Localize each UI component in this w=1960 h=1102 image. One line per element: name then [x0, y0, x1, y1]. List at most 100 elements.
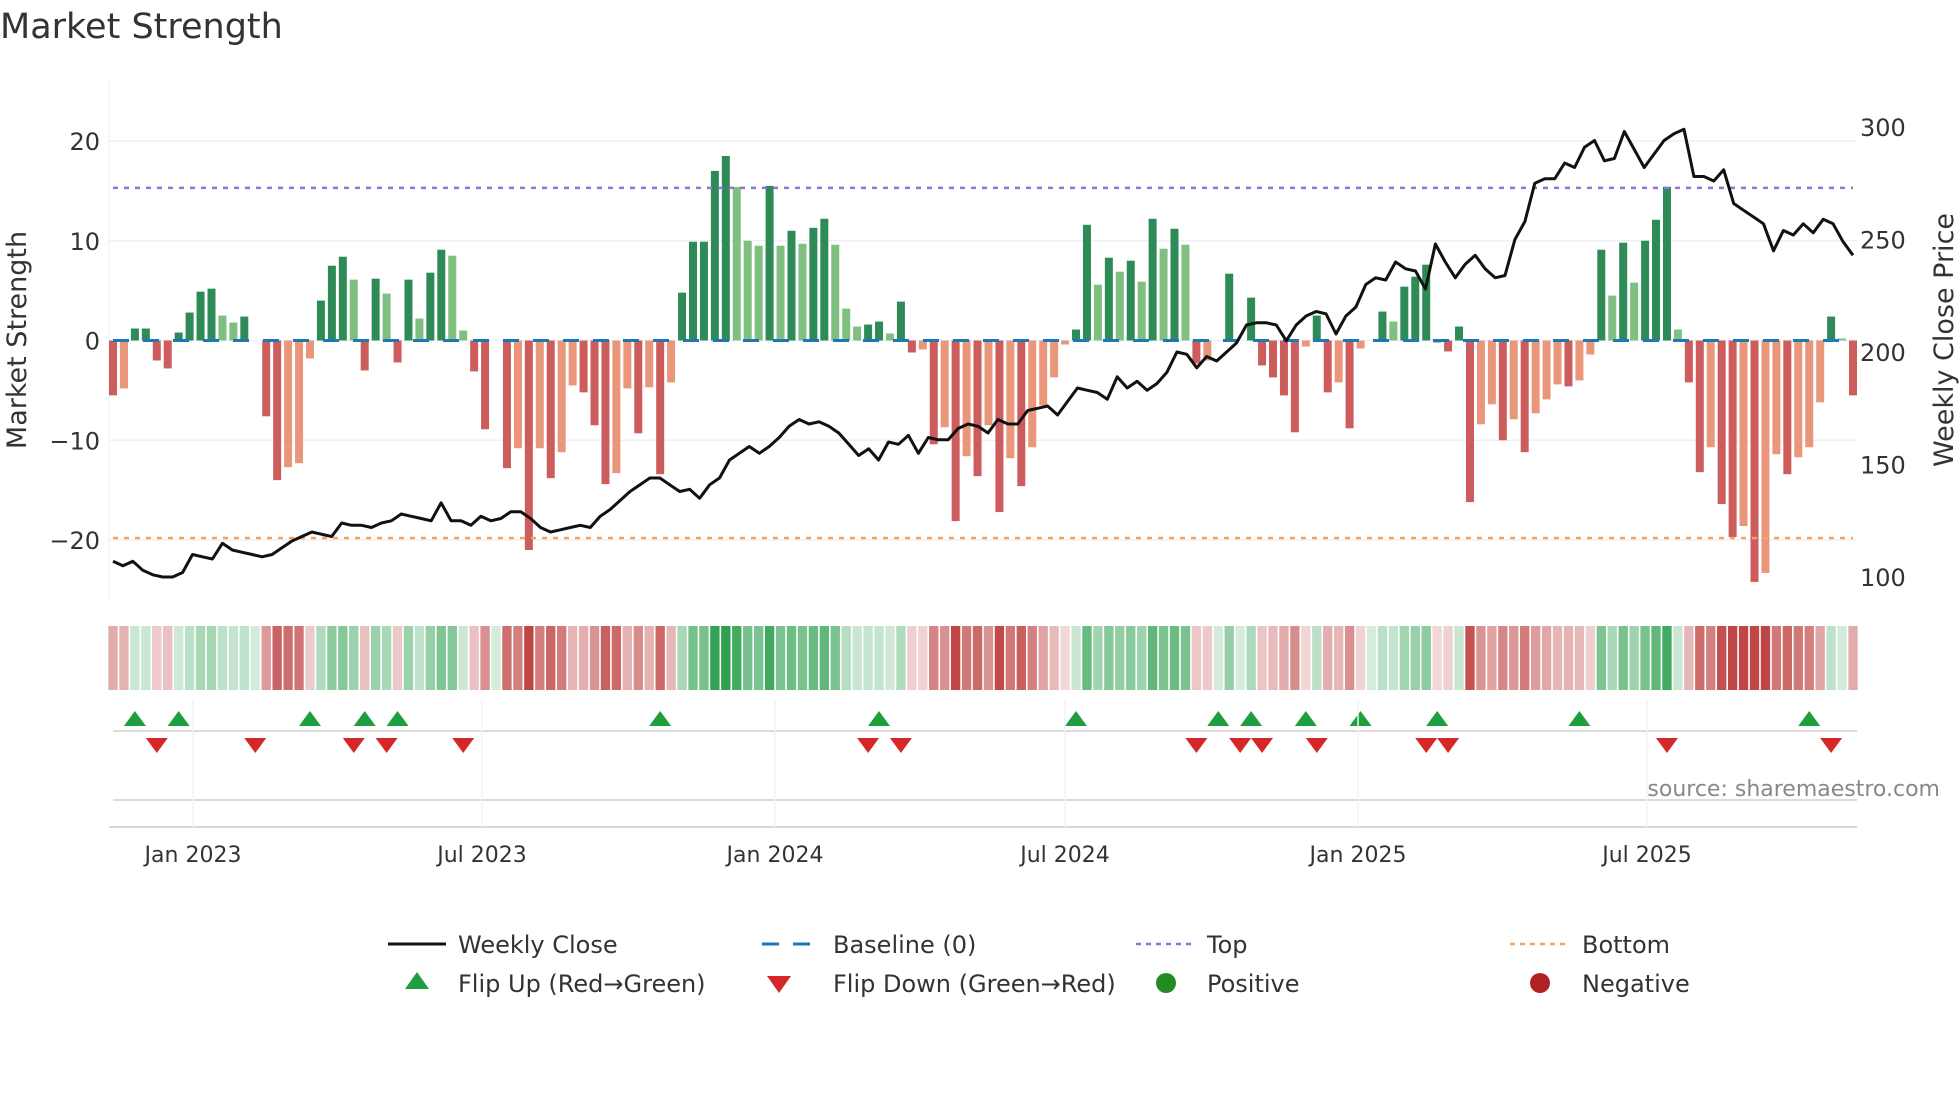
heat-cell: [108, 626, 118, 690]
heat-cell: [502, 626, 512, 690]
strength-bar: [1849, 340, 1857, 396]
flip-down-marker: [375, 738, 398, 753]
strength-bar: [481, 340, 490, 430]
strength-heat-strip: [108, 626, 1858, 690]
heat-cell: [1629, 626, 1639, 690]
legend-flip-down-icon: [767, 976, 791, 993]
flip-down-marker: [1229, 738, 1252, 753]
heat-cell: [1487, 626, 1497, 690]
flip-up-marker: [1349, 711, 1372, 726]
strength-bar: [984, 340, 993, 426]
strength-bar: [1695, 340, 1704, 473]
heat-cell: [316, 626, 326, 690]
heat-cell: [1005, 626, 1016, 690]
heat-cell: [261, 626, 271, 690]
y-tick-label: 10: [69, 228, 100, 256]
strength-bar: [1684, 340, 1693, 383]
strength-bar: [1641, 240, 1650, 341]
strength-bar: [426, 272, 435, 341]
heat-cell: [600, 626, 611, 690]
strength-bar: [1455, 326, 1464, 341]
strength-bar: [1301, 340, 1310, 347]
heat-cell: [1498, 626, 1508, 690]
heat-cell: [819, 626, 829, 690]
heat-cell: [1027, 626, 1037, 690]
strength-bar: [273, 340, 282, 481]
strength-bar: [765, 185, 774, 341]
strength-bar: [404, 279, 413, 341]
heat-cell: [173, 626, 184, 690]
legend-positive-icon: [1156, 973, 1176, 993]
heat-cell: [1782, 626, 1793, 690]
x-tick-label: Jan 2024: [725, 843, 824, 868]
strength-bar: [141, 328, 150, 341]
heat-cell: [524, 626, 534, 690]
strength-bar: [459, 330, 468, 341]
heat-cell: [1158, 626, 1169, 690]
strength-bar: [1662, 186, 1671, 341]
heat-cell: [1476, 626, 1486, 690]
heat-cell: [786, 626, 797, 690]
heat-cell: [513, 626, 523, 690]
flip-up-marker: [649, 711, 672, 726]
flip-down-marker: [1437, 738, 1460, 753]
strength-bar: [623, 340, 632, 389]
heat-cell: [1333, 626, 1344, 690]
heat-cell: [852, 626, 862, 690]
heat-cell: [677, 626, 687, 690]
strength-bar: [1706, 340, 1715, 448]
heat-cell: [1268, 626, 1278, 690]
strength-bar: [1093, 284, 1102, 341]
strength-bar: [1564, 340, 1573, 387]
strength-bar: [831, 244, 840, 341]
strength-bar: [1181, 244, 1190, 341]
x-tick-label: Jan 2023: [143, 843, 242, 868]
heat-cell: [1618, 626, 1628, 690]
strength-bar: [875, 321, 884, 341]
flip-up-marker: [167, 711, 190, 726]
heat-cell: [1421, 626, 1431, 690]
strength-bar: [1531, 340, 1540, 414]
flip-up-marker: [1065, 711, 1088, 726]
heat-cell: [1377, 626, 1388, 690]
strength-bar: [1805, 340, 1814, 448]
heat-cell: [1804, 626, 1814, 690]
strength-bar: [820, 218, 829, 341]
heat-cell: [141, 626, 151, 690]
strength-bar: [338, 256, 347, 341]
heat-cell: [1290, 626, 1300, 690]
strength-bar: [842, 308, 851, 341]
flip-up-marker: [386, 711, 409, 726]
strength-bar: [109, 340, 117, 396]
heat-cell: [1530, 626, 1541, 690]
heat-cell: [206, 626, 217, 690]
legend-bottom: Bottom: [1582, 931, 1670, 959]
flip-up-marker: [868, 711, 891, 726]
strength-bar: [218, 315, 227, 341]
heat-cell: [797, 626, 808, 690]
legend-negative-icon: [1530, 973, 1550, 993]
strength-bar: [1827, 316, 1836, 341]
flip-markers: [123, 711, 1843, 753]
heat-cell: [1454, 626, 1464, 690]
strength-bar: [382, 293, 391, 341]
strength-bar: [907, 340, 916, 353]
strength-bar: [546, 340, 555, 479]
strength-bar: [1378, 311, 1387, 341]
heat-cell: [1082, 626, 1092, 690]
heat-cell: [808, 626, 819, 690]
heat-cell: [1793, 626, 1803, 690]
heat-cell: [1717, 626, 1727, 690]
heat-cell: [1596, 626, 1606, 690]
y2-tick-label: 150: [1860, 452, 1906, 480]
strength-bar: [360, 340, 369, 371]
heat-cell: [1465, 626, 1475, 690]
strength-bar: [689, 241, 697, 341]
strength-bar: [295, 340, 304, 464]
flip-down-marker: [145, 738, 168, 753]
heat-cell: [360, 626, 370, 690]
heat-cell: [381, 626, 392, 690]
strength-bar: [896, 301, 905, 341]
strength-bar: [929, 340, 938, 445]
strength-bar: [579, 340, 588, 393]
